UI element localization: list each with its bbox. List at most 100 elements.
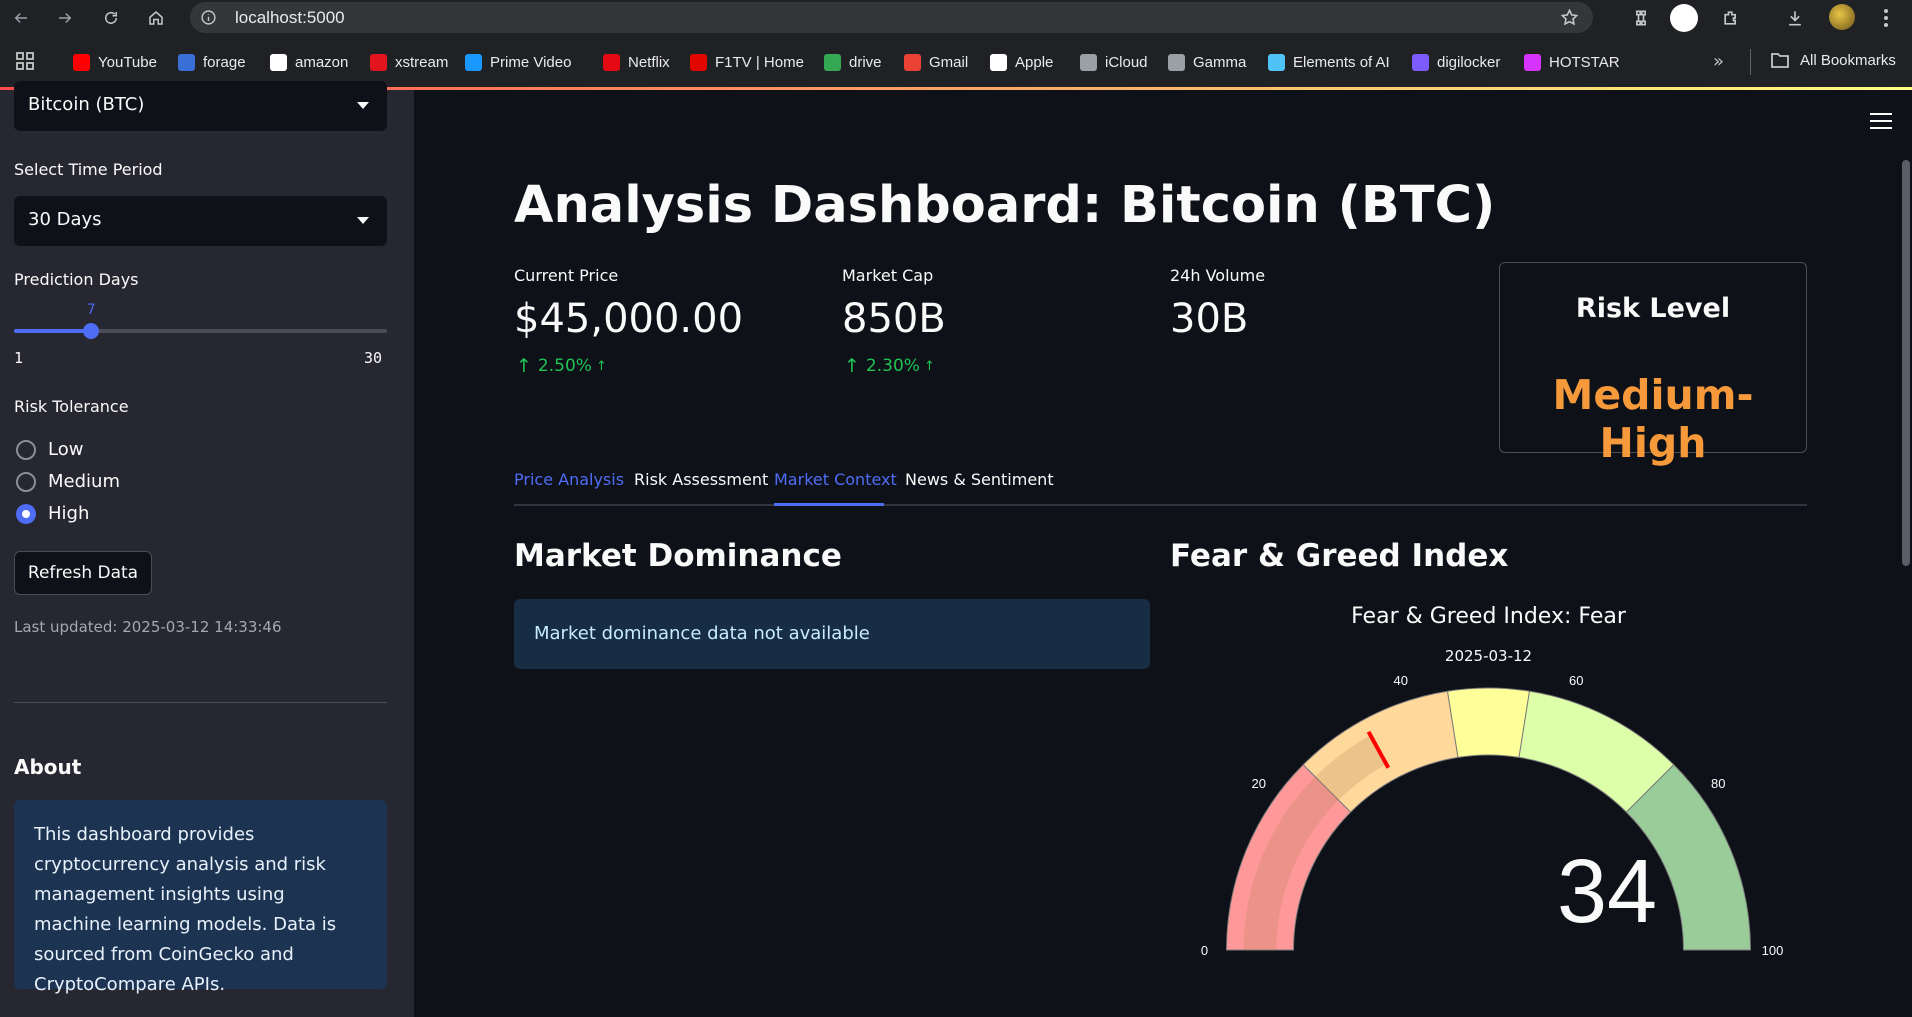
radio-circle[interactable] bbox=[16, 439, 36, 460]
tab-risk-assessment[interactable]: Risk Assessment bbox=[634, 470, 768, 489]
last-updated-text: Last updated: 2025-03-12 14:33:46 bbox=[14, 618, 282, 636]
refresh-data-button[interactable]: Refresh Data bbox=[14, 551, 152, 595]
metric-label: 24h Volume bbox=[1170, 266, 1266, 285]
metric-value: 30B bbox=[1170, 296, 1249, 342]
bookmark-xstream[interactable]: xstream bbox=[370, 51, 448, 73]
time-period-label: Select Time Period bbox=[14, 160, 163, 179]
chevron-down-icon bbox=[357, 102, 369, 109]
metric-value: $45,000.00 bbox=[514, 296, 744, 342]
favicon-icon bbox=[1412, 53, 1429, 71]
bookmark-drive[interactable]: drive bbox=[824, 51, 882, 73]
arrow-up-icon: ↑ bbox=[844, 355, 860, 377]
extension-icon[interactable] bbox=[1628, 5, 1654, 31]
metric-delta: ↑ 2.50% ↑ bbox=[516, 355, 607, 377]
bookmark-forage[interactable]: forage bbox=[178, 51, 246, 73]
metric-delta: ↑ 2.30% ↑ bbox=[844, 355, 935, 377]
download-icon[interactable] bbox=[1782, 5, 1808, 31]
bookmark-netflix[interactable]: Netflix bbox=[603, 51, 670, 73]
info-message: Market dominance data not available bbox=[534, 623, 870, 644]
apps-grid-icon[interactable] bbox=[15, 51, 35, 71]
tab-bar: Price Analysis Risk Assessment Market Co… bbox=[514, 466, 1807, 506]
bookmark-label: Netflix bbox=[628, 53, 670, 71]
slider-value: 7 bbox=[86, 302, 96, 318]
account-avatar[interactable] bbox=[1829, 4, 1855, 30]
radio-label: Low bbox=[48, 439, 84, 460]
favicon-icon bbox=[603, 53, 620, 71]
favicon-icon bbox=[1524, 53, 1541, 71]
time-period-select[interactable]: 30 Days bbox=[14, 196, 387, 246]
risk-level-card: Risk Level Medium-High bbox=[1499, 262, 1807, 467]
more-bookmarks-icon[interactable]: » bbox=[1713, 51, 1724, 72]
tab-news-sentiment[interactable]: News & Sentiment bbox=[905, 470, 1054, 489]
crypto-select-value: Bitcoin (BTC) bbox=[28, 94, 145, 115]
about-heading: About bbox=[14, 755, 82, 779]
reload-icon[interactable] bbox=[98, 5, 124, 31]
bookmark-amazon[interactable]: amazon bbox=[270, 51, 348, 73]
arrow-up-icon: ↑ bbox=[516, 355, 532, 377]
metric-delta-value: 2.30% bbox=[865, 356, 920, 376]
favicon-icon bbox=[690, 53, 707, 71]
bookmark-label: drive bbox=[849, 53, 882, 71]
gauge-tick-label: 40 bbox=[1394, 673, 1408, 688]
favicon-icon bbox=[904, 53, 921, 71]
bookmark-label: xstream bbox=[395, 53, 449, 71]
favicon-icon bbox=[465, 53, 482, 71]
bookmark-digilocker[interactable]: digilocker bbox=[1412, 51, 1500, 73]
metric-label: Current Price bbox=[514, 266, 619, 285]
sidebar: Bitcoin (BTC) Select Time Period 30 Days… bbox=[0, 81, 414, 1017]
folder-icon bbox=[1771, 53, 1789, 68]
forward-icon[interactable] bbox=[52, 5, 78, 31]
fear-greed-heading: Fear & Greed Index bbox=[1170, 538, 1509, 574]
back-icon[interactable] bbox=[8, 5, 34, 31]
market-dominance-heading: Market Dominance bbox=[514, 538, 842, 574]
bookmark-elements-of-ai[interactable]: Elements of AI bbox=[1268, 51, 1390, 73]
browser-toolbar: localhost:5000 bbox=[0, 0, 1912, 35]
scrollbar[interactable] bbox=[1902, 160, 1910, 566]
risk-radio-low[interactable]: Low bbox=[16, 439, 83, 460]
bookmark-apple[interactable]: Apple bbox=[990, 51, 1053, 73]
gauge-tick-label: 20 bbox=[1252, 776, 1266, 791]
prediction-days-label: Prediction Days bbox=[14, 270, 139, 289]
crypto-select[interactable]: Bitcoin (BTC) bbox=[14, 81, 387, 131]
bookmark-gamma[interactable]: Gamma bbox=[1168, 51, 1246, 73]
all-bookmarks-button[interactable]: All Bookmarks bbox=[1770, 51, 1896, 69]
bookmark-gmail[interactable]: Gmail bbox=[904, 51, 968, 73]
gauge-band bbox=[1446, 687, 1531, 758]
bookmark-icloud[interactable]: iCloud bbox=[1080, 51, 1148, 73]
risk-radio-high[interactable]: High bbox=[16, 503, 89, 524]
site-info-icon[interactable] bbox=[200, 9, 217, 26]
bookmark-label: Gmail bbox=[929, 53, 969, 71]
favicon-icon bbox=[1080, 53, 1097, 71]
profile-avatar[interactable] bbox=[1670, 4, 1698, 32]
favicon-icon bbox=[1168, 53, 1185, 71]
active-tab-indicator bbox=[774, 503, 884, 506]
slider-thumb[interactable] bbox=[83, 323, 100, 339]
risk-radio-medium[interactable]: Medium bbox=[16, 471, 120, 492]
bookmark-prime-video[interactable]: Prime Video bbox=[465, 51, 571, 73]
time-period-value: 30 Days bbox=[28, 209, 102, 230]
bookmarks-divider bbox=[1750, 49, 1751, 75]
favicon-icon bbox=[1268, 53, 1285, 71]
bookmark-star-icon[interactable] bbox=[1560, 8, 1579, 27]
home-icon[interactable] bbox=[143, 5, 169, 31]
favicon-icon bbox=[990, 53, 1007, 71]
hamburger-menu-icon[interactable] bbox=[1870, 113, 1892, 129]
radio-circle-selected[interactable] bbox=[16, 503, 36, 524]
slider-fill bbox=[14, 329, 92, 333]
bookmark-hotstar[interactable]: HOTSTAR bbox=[1524, 51, 1620, 73]
url-text[interactable]: localhost:5000 bbox=[235, 8, 345, 28]
bookmark-f1tv-home[interactable]: F1TV | Home bbox=[690, 51, 804, 73]
menu-dots-icon[interactable] bbox=[1876, 6, 1896, 30]
tab-price-analysis[interactable]: Price Analysis bbox=[514, 470, 624, 489]
tab-market-context[interactable]: Market Context bbox=[774, 470, 897, 489]
prediction-slider[interactable] bbox=[14, 323, 387, 339]
radio-circle[interactable] bbox=[16, 471, 36, 492]
radio-label: Medium bbox=[48, 471, 120, 492]
all-bookmarks-label: All Bookmarks bbox=[1800, 51, 1896, 69]
extensions-puzzle-icon[interactable] bbox=[1718, 5, 1744, 31]
bookmark-label: Apple bbox=[1015, 53, 1054, 71]
address-bar[interactable]: localhost:5000 bbox=[190, 2, 1593, 33]
bookmark-youtube[interactable]: YouTube bbox=[73, 51, 157, 73]
gauge-value: 34 bbox=[1557, 842, 1657, 942]
metric-label: Market Cap bbox=[842, 266, 934, 285]
